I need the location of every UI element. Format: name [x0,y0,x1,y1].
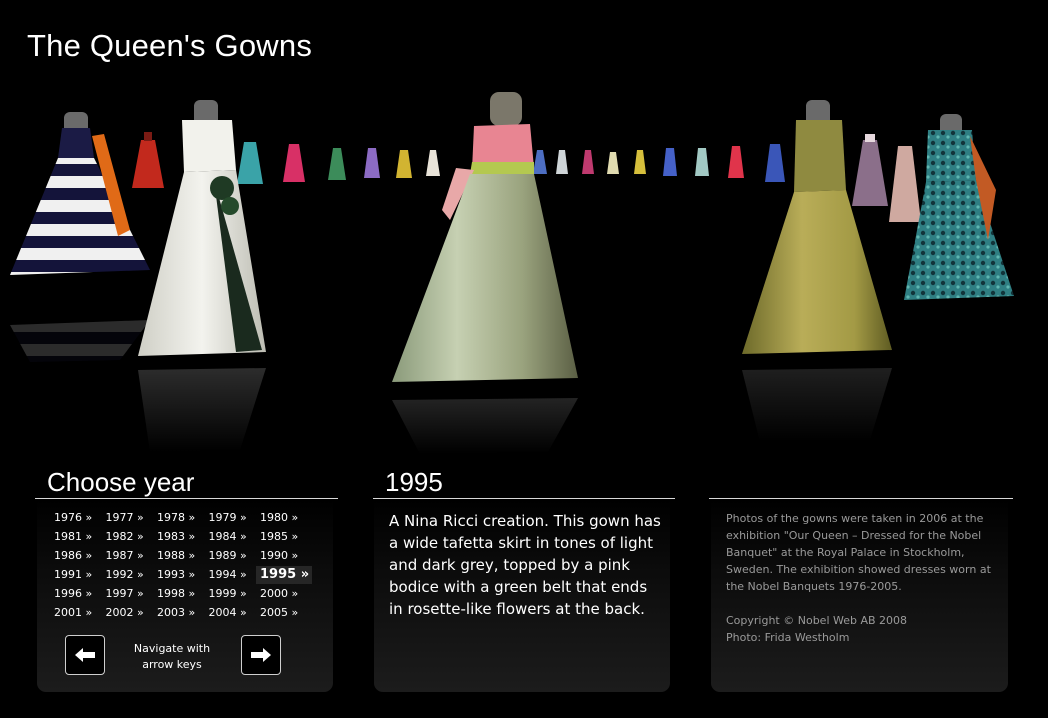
year-link[interactable]: 1988 » [153,547,203,565]
year-link[interactable]: 1980 » [256,509,306,527]
year-link[interactable]: 1990 » [256,547,306,565]
year-link[interactable]: 1979 » [205,509,255,527]
year-link[interactable]: 1986 » [50,547,100,565]
year-link[interactable]: 1977 » [102,509,152,527]
year-link[interactable]: 1984 » [205,528,255,546]
nav-hint-line1: Navigate with [133,642,211,655]
year-link[interactable]: 2002 » [102,604,152,622]
nav-hint-line2: arrow keys [142,658,202,671]
choose-year-heading: Choose year [47,467,195,497]
year-link[interactable]: 1987 » [102,547,152,565]
year-link[interactable]: 2000 » [256,585,306,603]
gown-description: A Nina Ricci creation. This gown has a w… [389,512,661,618]
photos-info: Photos of the gowns were taken in 2006 a… [726,512,991,593]
year-link[interactable]: 1997 » [102,585,152,603]
year-link[interactable]: 1982 » [102,528,152,546]
copyright-block: Copyright © Nobel Web AB 2008 Photo: Fri… [726,612,1000,646]
year-link[interactable]: 1995 » [256,566,312,584]
year-link[interactable]: 1993 » [153,566,203,584]
featured-gown-1995 [392,92,578,454]
year-link[interactable]: 1999 » [205,585,255,603]
page-title: The Queen's Gowns [27,28,313,63]
year-link[interactable]: 1976 » [50,509,100,527]
right-arrow-icon [251,648,271,662]
striped-gown [10,112,150,362]
year-link[interactable]: 1981 » [50,528,100,546]
nav-hint: Navigate with arrow keys [120,641,224,673]
gowns-stage [10,92,1014,454]
year-link[interactable]: 1991 » [50,566,100,584]
info-text: Photos of the gowns were taken in 2006 a… [726,510,1000,646]
next-year-button[interactable] [241,635,281,675]
selected-year-heading: 1995 [385,467,443,497]
left-arrow-icon [75,648,95,662]
year-link[interactable]: 2004 » [205,604,255,622]
teal-floral-gown [904,114,1014,300]
photo-credit: Photo: Frida Westholm [726,631,850,644]
year-link[interactable]: 1978 » [153,509,203,527]
year-link[interactable]: 1994 » [205,566,255,584]
year-link[interactable]: 2001 » [50,604,100,622]
previous-year-button[interactable] [65,635,105,675]
year-link[interactable]: 1989 » [205,547,255,565]
year-link[interactable]: 1996 » [50,585,100,603]
year-link[interactable]: 1998 » [153,585,203,603]
year-link[interactable]: 1992 » [102,566,152,584]
year-link[interactable]: 1985 » [256,528,306,546]
year-link[interactable]: 1983 » [153,528,203,546]
copyright-text: Copyright © Nobel Web AB 2008 [726,614,908,627]
year-link[interactable]: 2003 » [153,604,203,622]
year-link[interactable]: 2005 » [256,604,306,622]
